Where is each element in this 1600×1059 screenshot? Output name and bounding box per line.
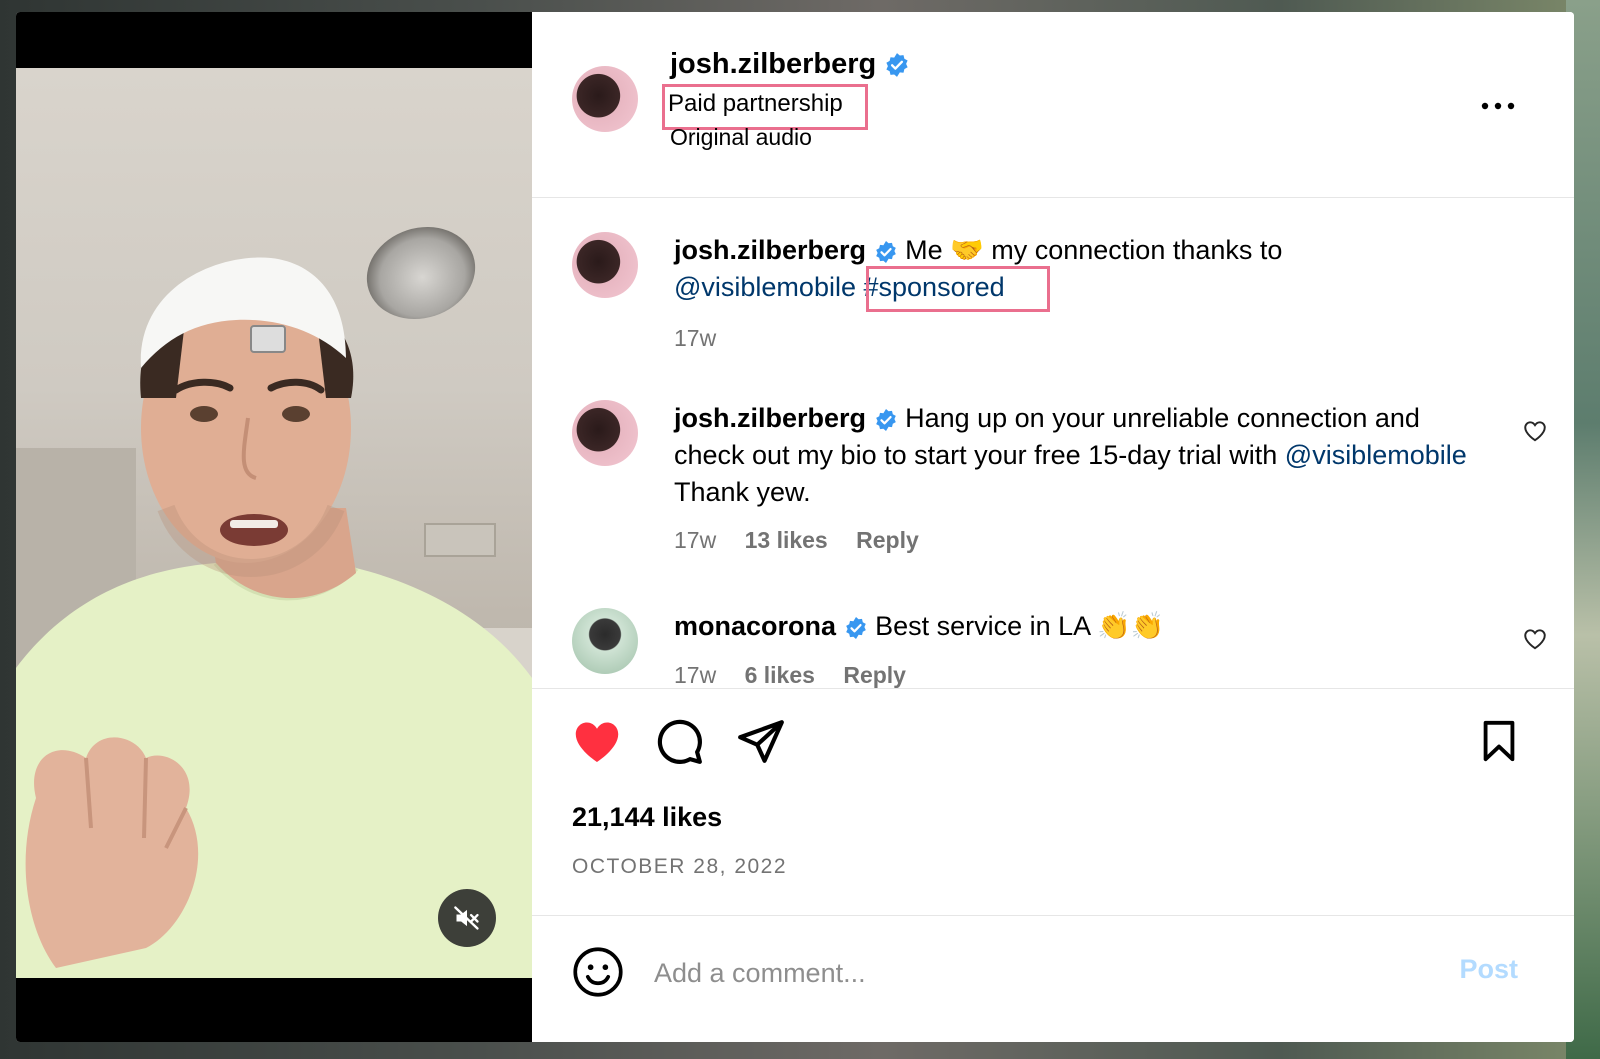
comment-text: monacorona Best service in LA 👏👏: [674, 608, 1474, 645]
commenter-avatar[interactable]: [572, 232, 638, 298]
handshake-emoji: 🤝: [950, 235, 984, 265]
commenter-username[interactable]: josh.zilberberg: [674, 403, 866, 433]
share-icon[interactable]: [736, 716, 786, 766]
commenter-username[interactable]: monacorona: [674, 611, 836, 641]
heart-icon[interactable]: [570, 716, 624, 768]
comments-list[interactable]: josh.zilberberg Me 🤝 my connection thank…: [532, 198, 1574, 688]
caption-comment: josh.zilberberg Me 🤝 my connection thank…: [532, 232, 1574, 362]
verified-badge-icon: [886, 53, 908, 78]
comment-meta: 17w 13 likes Reply: [674, 527, 941, 554]
audio-label[interactable]: Original audio: [670, 124, 812, 151]
video-frame[interactable]: [16, 68, 532, 978]
comment-likes[interactable]: 13 likes: [745, 527, 828, 553]
post-media[interactable]: [16, 12, 532, 1042]
comment-input[interactable]: [652, 952, 1416, 994]
post-header: josh.zilberberg Paid partnership Origina…: [532, 12, 1574, 198]
reply-button[interactable]: Reply: [843, 662, 906, 688]
hashtag-link[interactable]: #sponsored: [864, 272, 1005, 302]
mute-toggle-button[interactable]: [438, 889, 496, 947]
commenter-avatar[interactable]: [572, 608, 638, 674]
action-bar: [532, 712, 1574, 772]
verified-badge-icon: [875, 408, 896, 431]
comment-like-heart-icon[interactable]: [1522, 626, 1548, 652]
author-line: josh.zilberberg: [670, 48, 910, 81]
speaker-muted-icon: [454, 906, 479, 930]
author-username[interactable]: josh.zilberberg: [670, 48, 876, 80]
paid-partnership-label[interactable]: Paid partnership: [668, 90, 843, 118]
comment-body-end: Thank yew.: [674, 477, 811, 507]
section-divider: [532, 688, 1574, 689]
mention-link[interactable]: @visiblemobile: [674, 272, 856, 302]
more-options-button[interactable]: [1478, 92, 1518, 120]
mention-link[interactable]: @visiblemobile: [1285, 440, 1467, 470]
clapping-emoji: 👏👏: [1097, 611, 1165, 641]
person-figure: [16, 257, 532, 978]
emoji-icon[interactable]: [572, 946, 624, 998]
comment-like-heart-icon[interactable]: [1522, 418, 1548, 444]
post-date[interactable]: OCTOBER 28, 2022: [572, 855, 787, 879]
comment-meta: 17w 6 likes Reply: [674, 662, 928, 688]
reply-button[interactable]: Reply: [856, 527, 919, 553]
comment-body: Best service in LA: [875, 611, 1090, 641]
comment-body: Me: [905, 235, 943, 265]
commenter-avatar[interactable]: [572, 400, 638, 466]
post-modal: josh.zilberberg Paid partnership Origina…: [16, 12, 1574, 1042]
bookmark-icon[interactable]: [1476, 716, 1522, 766]
comment-time[interactable]: 17w: [674, 662, 716, 688]
comment-item: josh.zilberberg Hang up on your unreliab…: [532, 400, 1574, 570]
likes-count[interactable]: 21,144 likes: [572, 802, 722, 833]
comment-likes[interactable]: 6 likes: [745, 662, 815, 688]
verified-badge-icon: [845, 616, 866, 639]
comment-text: josh.zilberberg Me 🤝 my connection thank…: [674, 232, 1474, 306]
comment-composer: Post: [532, 916, 1574, 1042]
comment-icon[interactable]: [654, 716, 704, 766]
comment-time[interactable]: 17w: [674, 527, 716, 553]
comment-meta: 17w: [674, 325, 738, 352]
more-icon: [1481, 102, 1515, 110]
author-avatar[interactable]: [572, 66, 638, 132]
comment-item: monacorona Best service in LA 👏👏 17w 6 l…: [532, 608, 1574, 688]
comment-body-cont: my connection thanks to: [991, 235, 1283, 265]
post-comment-button[interactable]: Post: [1459, 954, 1518, 985]
comment-time[interactable]: 17w: [674, 325, 716, 351]
verified-badge-icon: [875, 240, 896, 263]
post-details-panel: josh.zilberberg Paid partnership Origina…: [532, 12, 1574, 1042]
commenter-username[interactable]: josh.zilberberg: [674, 235, 866, 265]
comment-text: josh.zilberberg Hang up on your unreliab…: [674, 400, 1474, 511]
